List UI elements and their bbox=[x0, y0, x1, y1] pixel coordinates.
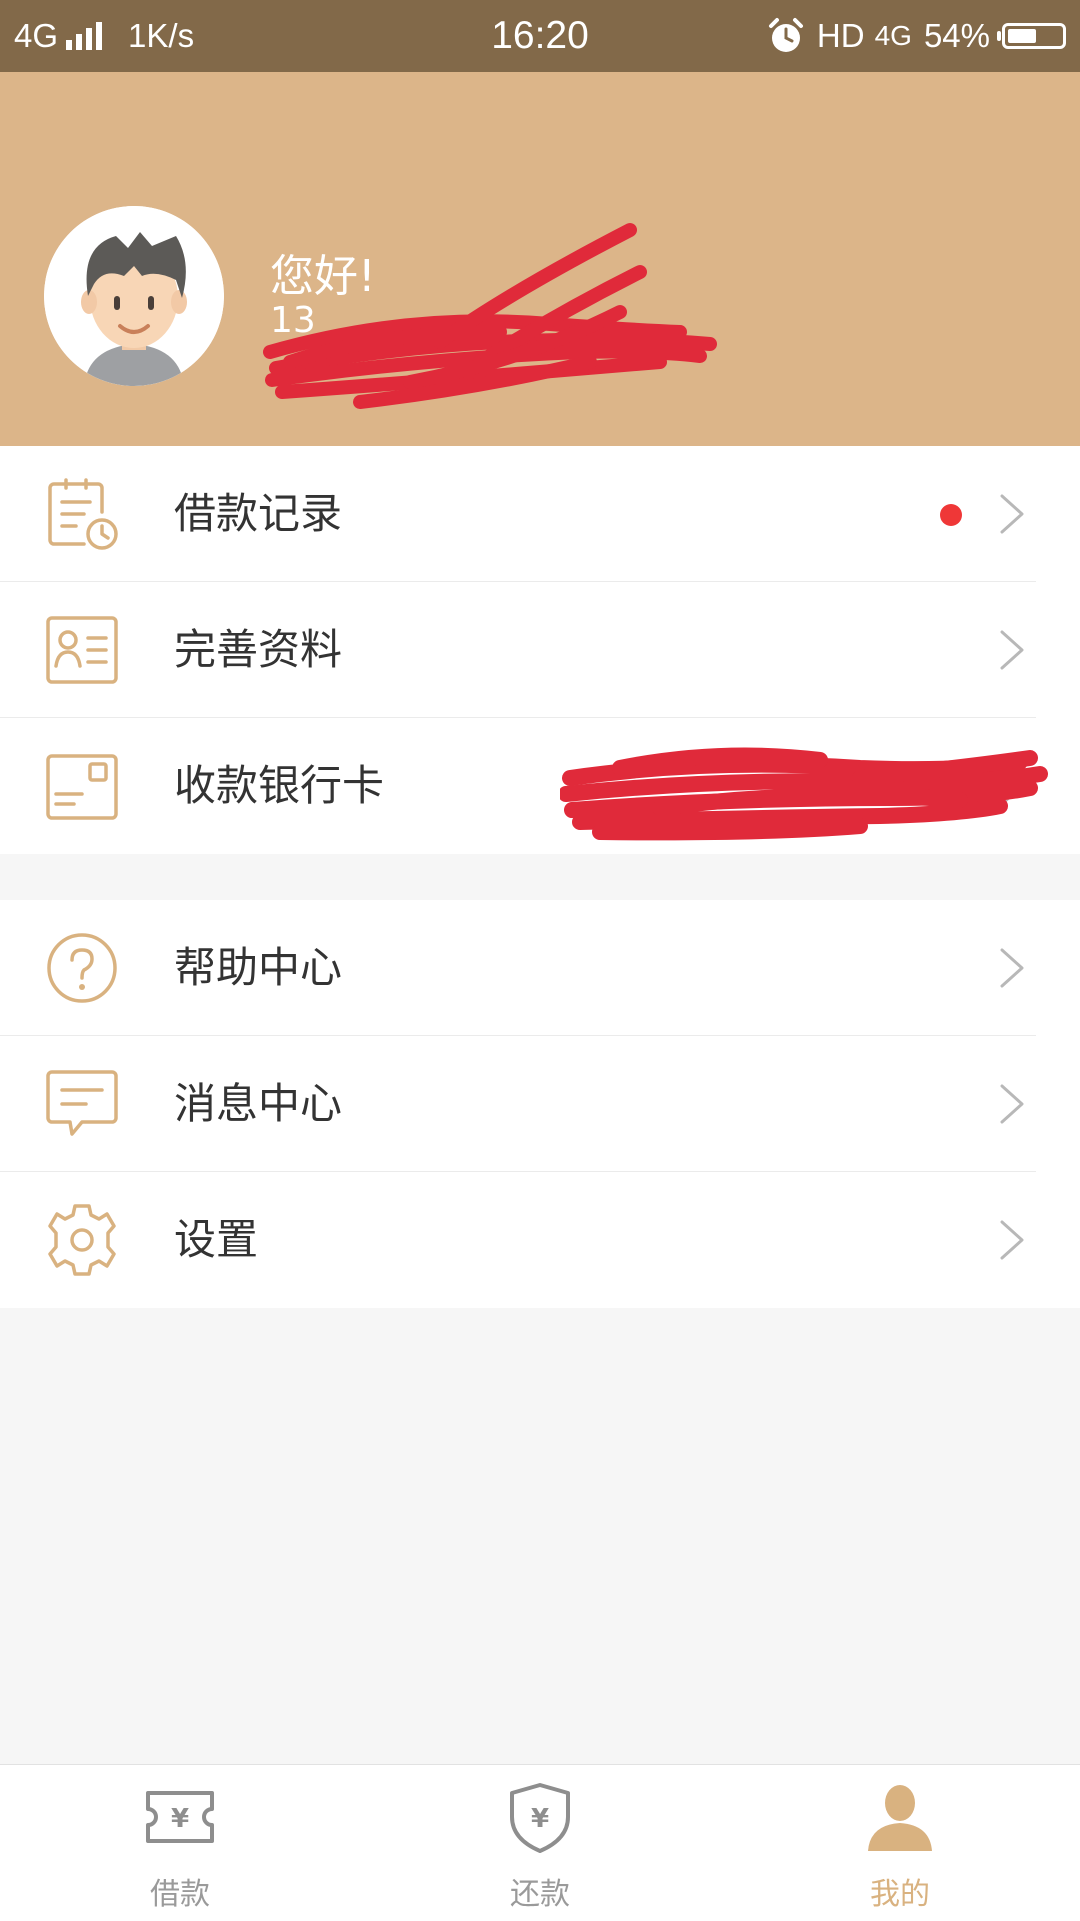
battery-percent: 54% bbox=[923, 17, 990, 54]
profile-card-icon bbox=[46, 616, 118, 684]
avatar-face-icon bbox=[44, 206, 224, 386]
menu-group-support: 帮助中心 消息中心 设置 bbox=[0, 900, 1080, 1308]
repay-shield-icon: ¥ bbox=[510, 1783, 570, 1853]
phone-number: 13 bbox=[270, 300, 316, 341]
menu-item-label: 设置 bbox=[174, 1215, 259, 1264]
bank-card-icon bbox=[46, 754, 118, 820]
chevron-right-icon bbox=[1000, 1220, 1024, 1260]
redaction-scribble bbox=[560, 747, 1048, 841]
tab-label: 借款 bbox=[150, 1877, 210, 1912]
menu-item-label: 完善资料 bbox=[174, 625, 343, 674]
tab-repay[interactable]: ¥ 还款 bbox=[440, 1765, 640, 1921]
network-type-right: 4G bbox=[874, 20, 912, 51]
tab-label: 还款 bbox=[510, 1877, 570, 1912]
status-right: HD 4G 54% bbox=[767, 14, 1066, 58]
menu-item-bank-card[interactable]: 收款银行卡 bbox=[0, 718, 1080, 854]
menu-item-label: 消息中心 bbox=[174, 1079, 343, 1128]
tab-mine[interactable]: 我的 bbox=[800, 1765, 1000, 1921]
gear-icon bbox=[48, 1204, 116, 1276]
tab-label: 我的 bbox=[870, 1877, 930, 1912]
alarm-icon bbox=[768, 18, 803, 52]
loan-record-icon bbox=[48, 478, 118, 550]
user-icon bbox=[868, 1785, 932, 1851]
tab-loan[interactable]: ¥ 借款 bbox=[80, 1765, 280, 1921]
avatar[interactable] bbox=[44, 206, 224, 386]
chevron-right-icon bbox=[1000, 948, 1024, 988]
svg-text:¥: ¥ bbox=[171, 1804, 189, 1834]
chevron-right-icon bbox=[1000, 630, 1024, 670]
message-icon bbox=[46, 1070, 118, 1136]
loan-ticket-icon: ¥ bbox=[146, 1791, 214, 1843]
menu-item-loan-record[interactable]: 借款记录 bbox=[0, 446, 1080, 582]
battery-icon bbox=[997, 23, 1066, 49]
notification-dot bbox=[940, 504, 962, 526]
menu-group-account: 借款记录 完善资料 收款银行卡 bbox=[0, 446, 1080, 854]
chevron-right-icon bbox=[1000, 766, 1024, 806]
menu-item-complete-profile[interactable]: 完善资料 bbox=[0, 582, 1080, 718]
menu-item-label: 帮助中心 bbox=[174, 943, 343, 992]
menu-item-message-center[interactable]: 消息中心 bbox=[0, 1036, 1080, 1172]
menu-item-settings[interactable]: 设置 bbox=[0, 1172, 1080, 1308]
chevron-right-icon bbox=[1000, 494, 1024, 534]
chevron-right-icon bbox=[1000, 1084, 1024, 1124]
menu-item-help-center[interactable]: 帮助中心 bbox=[0, 900, 1080, 1036]
bottom-tab-bar: ¥ 借款 ¥ 还款 我的 bbox=[0, 1764, 1080, 1921]
menu-item-label: 借款记录 bbox=[174, 489, 343, 538]
help-icon bbox=[47, 933, 117, 1003]
menu-item-label: 收款银行卡 bbox=[174, 761, 385, 810]
svg-text:¥: ¥ bbox=[531, 1804, 549, 1834]
status-bar: 4G 1K/s 16:20 HD 4G 54% bbox=[0, 0, 1080, 72]
greeting-text: 您好! bbox=[270, 251, 376, 302]
hd-indicator: HD bbox=[816, 17, 865, 54]
profile-header: 您好! 13 bbox=[0, 72, 1080, 446]
